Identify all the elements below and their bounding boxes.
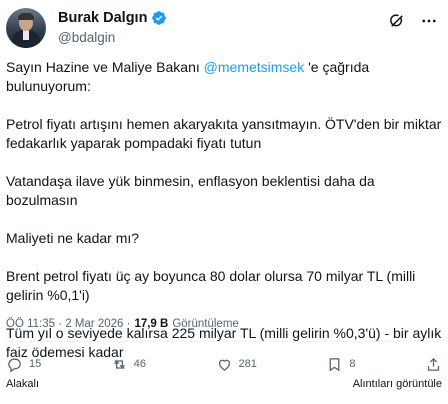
- more-options-icon[interactable]: [420, 12, 438, 30]
- heart-icon: [218, 359, 230, 371]
- share-icon: [427, 357, 440, 371]
- bookmark-count: 8: [349, 358, 356, 370]
- views-count: 17,9 B: [134, 318, 169, 330]
- divider: [6, 341, 442, 342]
- bookmark-icon: [329, 357, 340, 371]
- action-bar: 15 46 281 8: [6, 354, 442, 374]
- repost-button[interactable]: 46: [111, 356, 146, 373]
- like-button[interactable]: 281: [216, 356, 257, 373]
- repost-count: 46: [133, 358, 146, 370]
- tweet-paragraph: Maliyeti ne kadar mı?: [6, 230, 140, 246]
- tweet-timestamp[interactable]: ÖÖ 11:35 · 2 Mar 2026 ·: [6, 318, 130, 330]
- reply-button[interactable]: 15: [6, 356, 41, 373]
- tweet-paragraph: Brent petrol fiyatı üç ay boyunca 80 dol…: [6, 268, 416, 303]
- relevant-sort-link[interactable]: Alakalı: [6, 378, 39, 390]
- share-button[interactable]: [425, 356, 442, 373]
- tweet-header: Burak Dalgın @bdalgin: [6, 8, 442, 48]
- tweet-body: Sayın Hazine ve Maliye Bakanı @memetsims…: [6, 58, 442, 381]
- tweet-text-segment: Sayın Hazine ve Maliye Bakanı: [6, 59, 204, 75]
- reply-icon: [8, 358, 21, 372]
- tweet-footer: Alakalı Alıntıları görüntüle: [6, 378, 442, 390]
- bookmark-button[interactable]: 8: [326, 356, 355, 373]
- verified-badge-icon: [152, 11, 167, 25]
- tweet-paragraph: Sayın Hazine ve Maliye Bakanı @memetsims…: [6, 58, 442, 96]
- tweet-paragraph: Petrol fiyatı artışını hemen akaryakıta …: [6, 116, 442, 151]
- view-quotes-link[interactable]: Alıntıları görüntüle: [353, 378, 442, 390]
- grok-icon[interactable]: [388, 12, 406, 30]
- author-display-name[interactable]: Burak Dalgın: [58, 10, 147, 26]
- avatar[interactable]: [6, 8, 46, 48]
- author-name-row: Burak Dalgın: [58, 10, 167, 26]
- tweet-meta: ÖÖ 11:35 · 2 Mar 2026 · 17,9 B Görüntüle…: [6, 318, 239, 330]
- like-count: 281: [238, 358, 257, 370]
- author-handle[interactable]: @bdalgin: [58, 30, 115, 45]
- top-actions: [388, 12, 438, 30]
- views-label: Görüntüleme: [172, 318, 239, 330]
- repost-icon: [113, 359, 125, 369]
- mention-link[interactable]: @memetsimsek: [204, 59, 305, 75]
- reply-count: 15: [29, 358, 42, 370]
- tweet-paragraph: Vatandaşa ilave yük binmesin, enflasyon …: [6, 173, 375, 208]
